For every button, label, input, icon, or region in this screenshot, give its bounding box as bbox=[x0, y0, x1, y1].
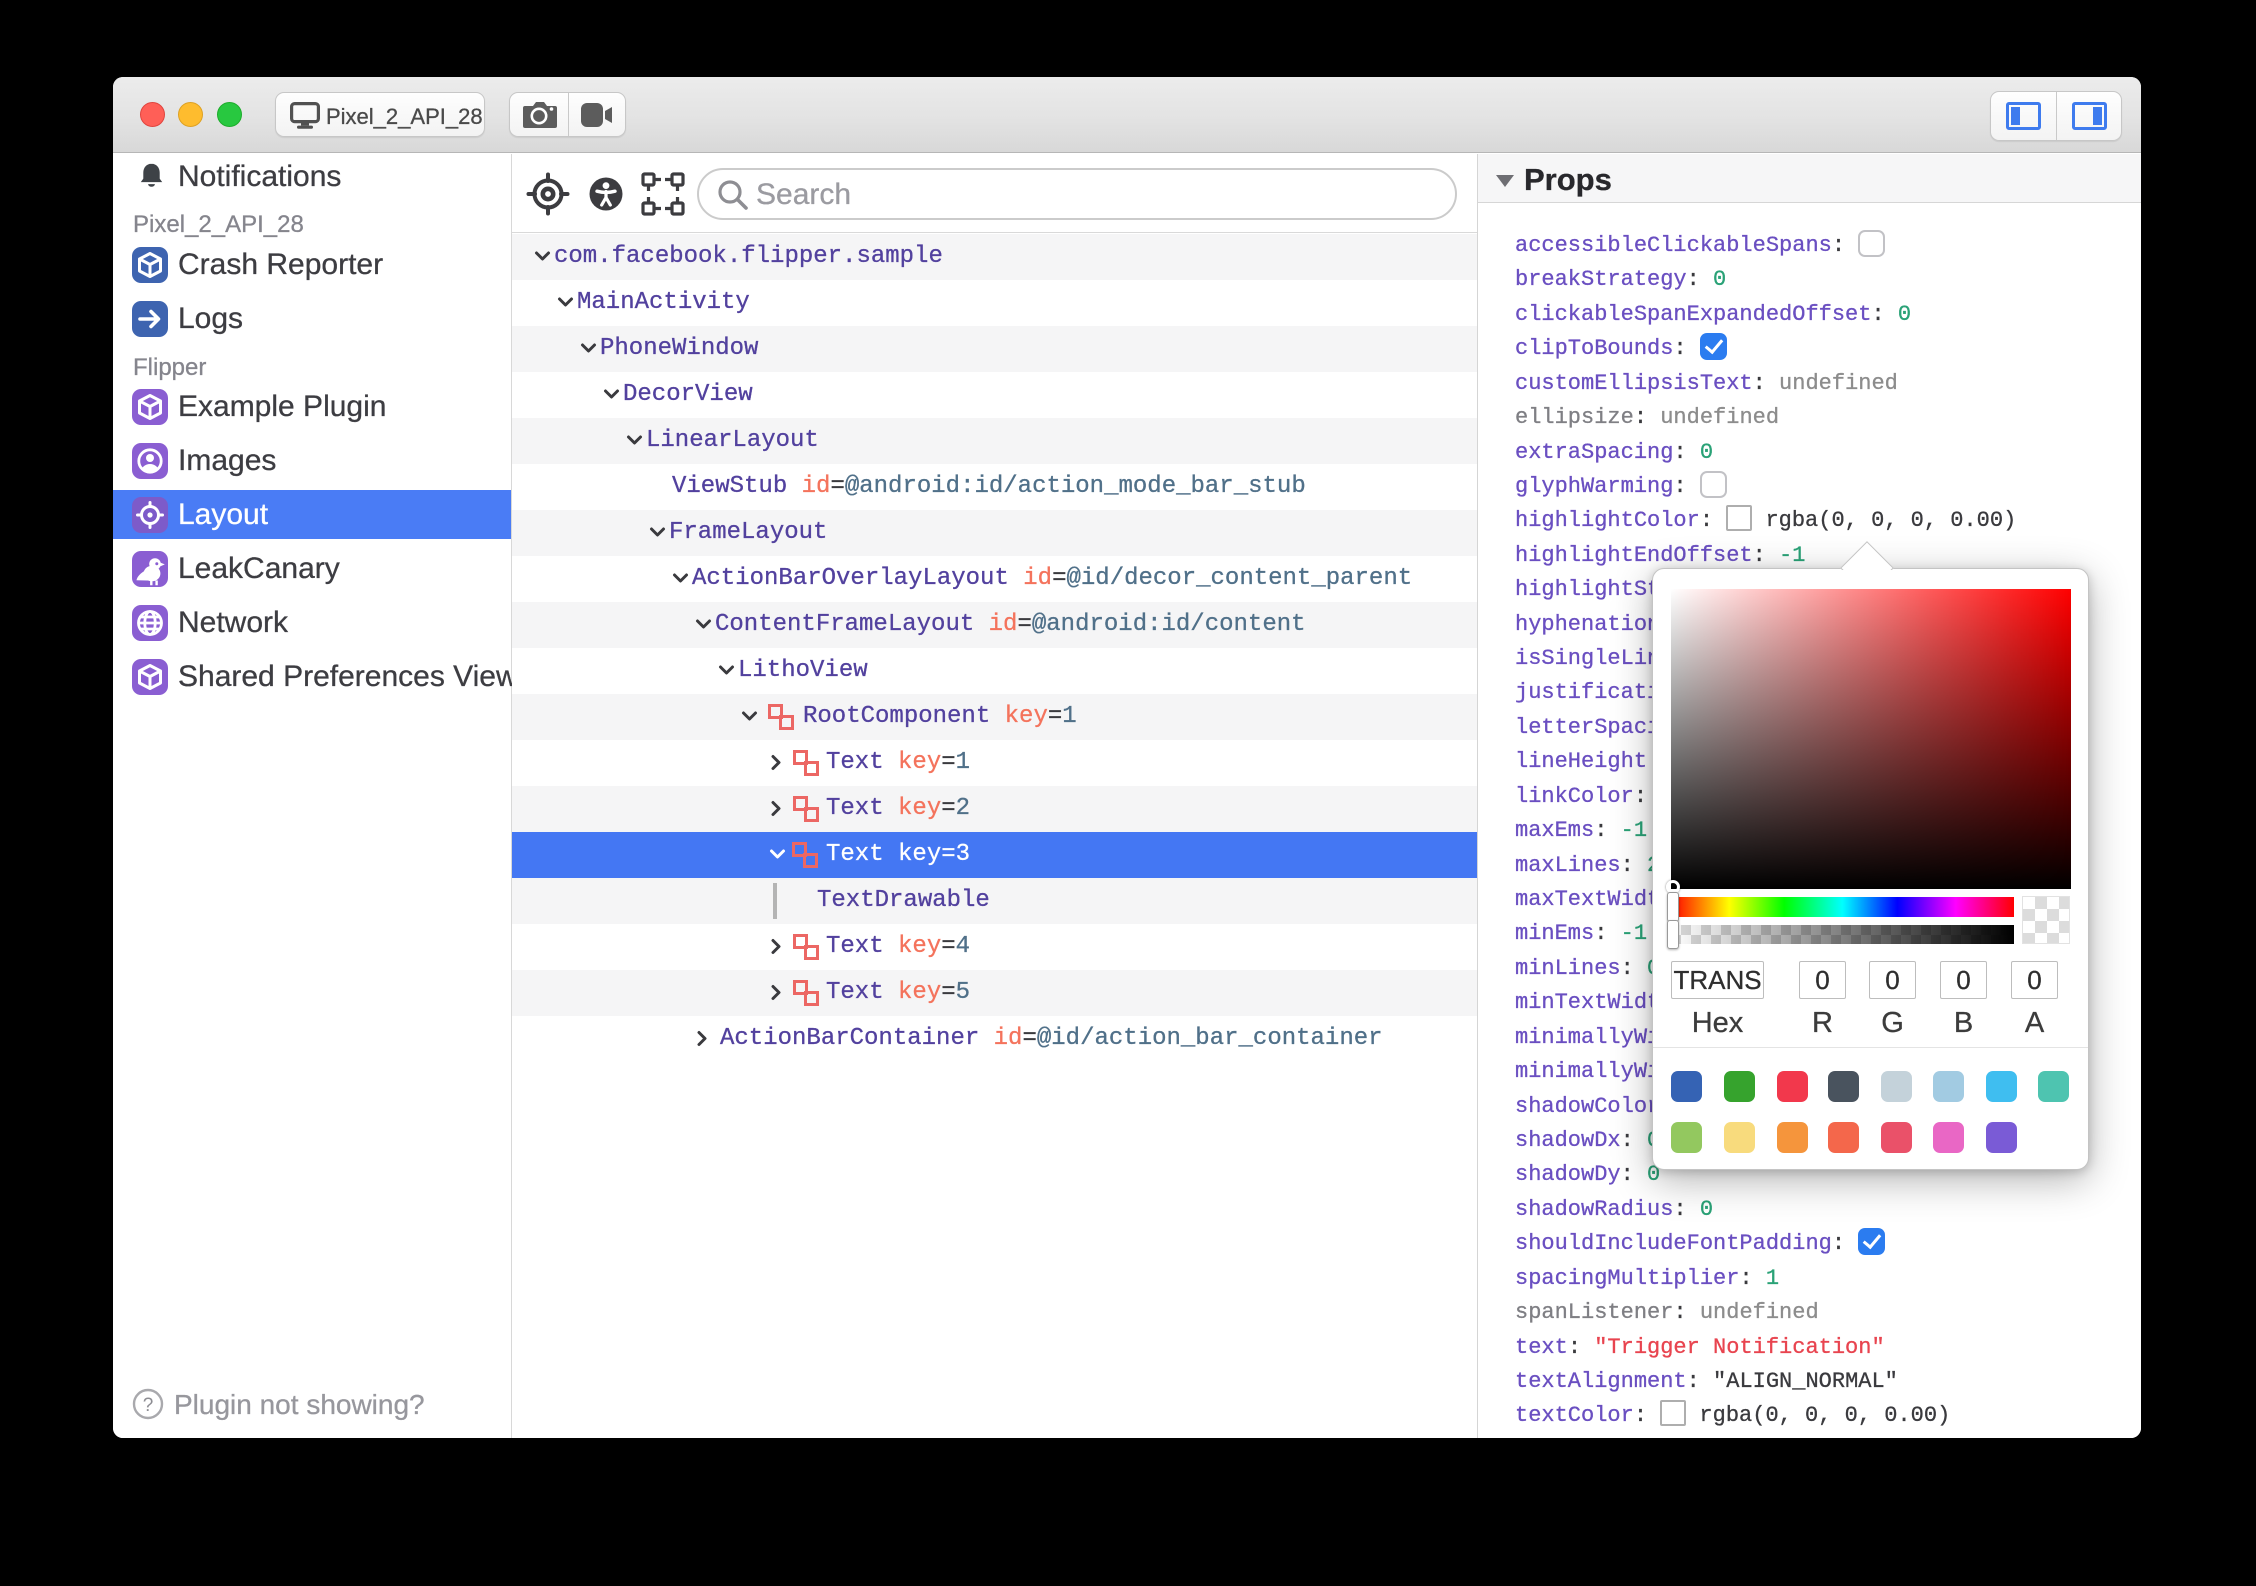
svg-text:?: ? bbox=[143, 1395, 154, 1416]
